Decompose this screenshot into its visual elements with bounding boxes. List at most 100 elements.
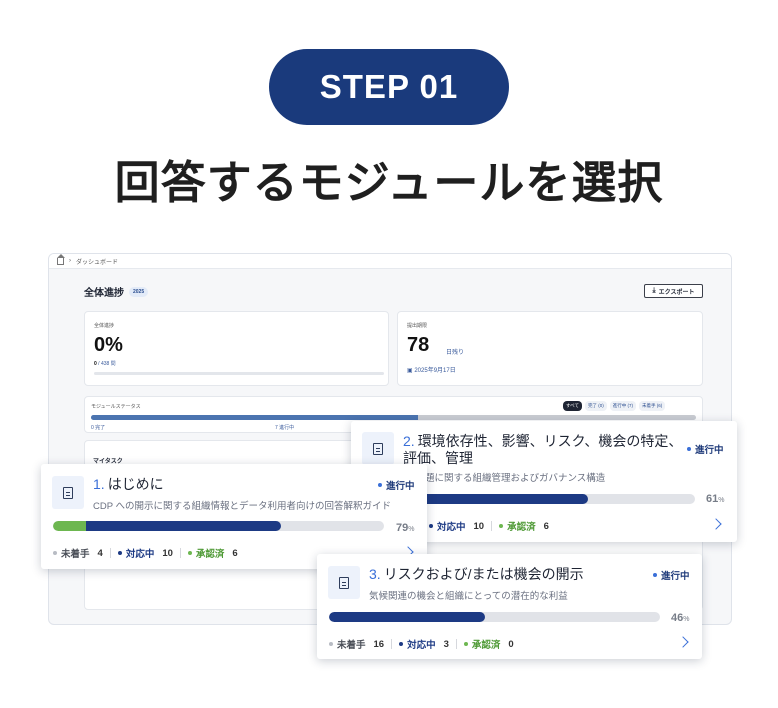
status-filter-chips: すべて 完了 (0) 進行中 (7) 未着手 (6): [563, 401, 666, 411]
stat-todo-label: 未着手: [61, 549, 90, 560]
module-percent: 79%: [396, 522, 414, 534]
export-button[interactable]: ⤓ エクスポート: [644, 284, 703, 298]
breadcrumb-current[interactable]: ダッシュボード: [76, 257, 118, 266]
home-icon[interactable]: [57, 254, 65, 265]
deadline-panel: 提出期限 78 日残り ▣ 2025年9月17日: [397, 311, 703, 386]
dashboard-title-text: 全体進捗: [84, 288, 124, 299]
module-description: 気候関連の機会と組織にとっての潜在的な利益: [369, 591, 568, 602]
deadline-label: 提出期限: [407, 323, 428, 329]
module-percent-value: 61: [706, 493, 719, 505]
module-card-title[interactable]: 1. はじめに: [93, 476, 164, 493]
legend-doing: 7 進行中: [275, 425, 295, 431]
stat-doing-label: 対応中: [437, 522, 466, 533]
status-badge-text: 進行中: [695, 445, 724, 456]
chevron-right-icon[interactable]: [710, 518, 722, 530]
stat-done: 承認済 6: [187, 546, 238, 560]
stat-doing-count: 3: [443, 638, 449, 650]
stat-done-label: 承認済: [507, 522, 536, 533]
divider: [179, 548, 181, 558]
chevron-right-icon[interactable]: [677, 636, 689, 648]
status-badge: 進行中: [653, 568, 690, 582]
stat-todo: 未着手 16: [329, 637, 384, 651]
dashboard-title: 全体進捗 2025: [84, 284, 149, 299]
stat-doing-count: 10: [162, 547, 173, 559]
filter-chip-todo[interactable]: 未着手 (6): [639, 401, 666, 411]
deadline-date-text: 2025年9月17日: [414, 368, 456, 374]
stat-doing-dot: [117, 551, 122, 555]
status-dot: [378, 483, 382, 487]
filter-chip-all[interactable]: すべて: [563, 401, 583, 411]
overall-count: 0 / 438 問: [94, 360, 116, 367]
document-icon: [339, 576, 349, 589]
filter-chip-done[interactable]: 完了 (0): [585, 401, 607, 411]
calendar-icon: ▣: [407, 368, 413, 374]
module-status-fill: [91, 415, 418, 420]
stat-done: 承認済 6: [499, 519, 549, 533]
stat-doing-label: 対応中: [125, 549, 155, 560]
stat-done-dot: [463, 642, 468, 646]
document-icon: [63, 486, 73, 499]
document-icon: [373, 442, 383, 455]
stat-todo-count: 4: [97, 547, 103, 559]
stat-doing-dot: [399, 642, 404, 646]
module-status-bar: [91, 415, 696, 420]
stat-doing-label: 対応中: [407, 640, 436, 651]
stat-doing: 対応中 10: [117, 546, 173, 560]
percent-unit: %: [408, 526, 415, 533]
document-icon-box: [52, 476, 84, 509]
stat-doing: 対応中 10: [429, 519, 484, 533]
divider: [491, 521, 493, 531]
module-card-3[interactable]: 3. リスクおよび/または機会の開示 進行中 気候関連の機会と組織にとっての潜在的…: [317, 554, 702, 659]
stat-done-count: 6: [543, 520, 549, 532]
deadline-unit: 日残り: [446, 350, 465, 356]
module-card-title[interactable]: 2. 環境依存性、影響、リスク、機会の特定、 評価、管理: [403, 433, 683, 467]
approved-segment: [53, 521, 87, 531]
breadcrumb: › ダッシュボード: [49, 254, 731, 269]
stat-done-count: 0: [508, 638, 514, 650]
stage: STEP 01 回答するモジュールを選択 › ダッシュボード 全体進捗 2025…: [0, 0, 778, 708]
stat-done-dot: [187, 551, 192, 555]
export-button-label: エクスポート: [658, 289, 695, 296]
stat-doing-dot: [429, 524, 433, 528]
module-title-text: 環境依存性、影響、リスク、機会の特定、: [417, 433, 683, 449]
module-percent-value: 46: [671, 612, 684, 624]
overall-value: 0%: [94, 334, 123, 356]
download-icon: ⤓: [652, 287, 656, 294]
module-title-text: リスクおよび/または機会の開示: [383, 566, 584, 582]
status-dot: [653, 573, 657, 577]
overall-progress-bar: [94, 372, 384, 375]
module-status-label: モジュールステータス: [91, 404, 141, 410]
divider: [109, 548, 111, 558]
module-stats: 未着手 4 対応中 10 承認済 6: [53, 546, 238, 560]
chevron-right-icon: ›: [69, 258, 71, 264]
module-percent: 61%: [706, 493, 724, 505]
module-card-title[interactable]: 3. リスクおよび/または機会の開示: [369, 566, 584, 583]
status-badge-text: 進行中: [386, 481, 415, 492]
progress-segment: [86, 521, 282, 531]
status-dot: [687, 447, 691, 451]
stat-done-label: 承認済: [471, 640, 501, 651]
module-progress-bar: [329, 612, 660, 622]
overall-done: 0: [94, 361, 97, 367]
legend-done: 0 完了: [91, 425, 106, 431]
module-description: 題に関する組織管理およびガバナンス構造: [425, 473, 606, 484]
step-badge: STEP 01: [269, 49, 509, 125]
module-number: 3.: [369, 566, 381, 582]
progress-segment: [329, 612, 485, 622]
overall-label: 全体進捗: [94, 323, 115, 329]
document-icon-box: [362, 432, 394, 465]
overall-progress-panel: 全体進捗 0% 0 / 438 問: [84, 311, 389, 386]
module-title-text: はじめに: [107, 476, 164, 492]
progress-segment: [420, 494, 588, 504]
percent-unit: %: [683, 616, 690, 623]
status-badge: 進行中: [687, 442, 724, 456]
module-progress-bar: [53, 521, 384, 531]
stat-todo-label: 未着手: [337, 640, 366, 651]
module-percent-value: 79: [396, 522, 409, 534]
status-badge-text: 進行中: [661, 571, 690, 582]
stat-todo-dot: [329, 642, 333, 646]
deadline-value: 78: [407, 334, 430, 356]
module-number: 2.: [403, 433, 415, 449]
filter-chip-doing[interactable]: 進行中 (7): [609, 401, 637, 411]
stat-todo: 未着手 4: [53, 546, 103, 560]
